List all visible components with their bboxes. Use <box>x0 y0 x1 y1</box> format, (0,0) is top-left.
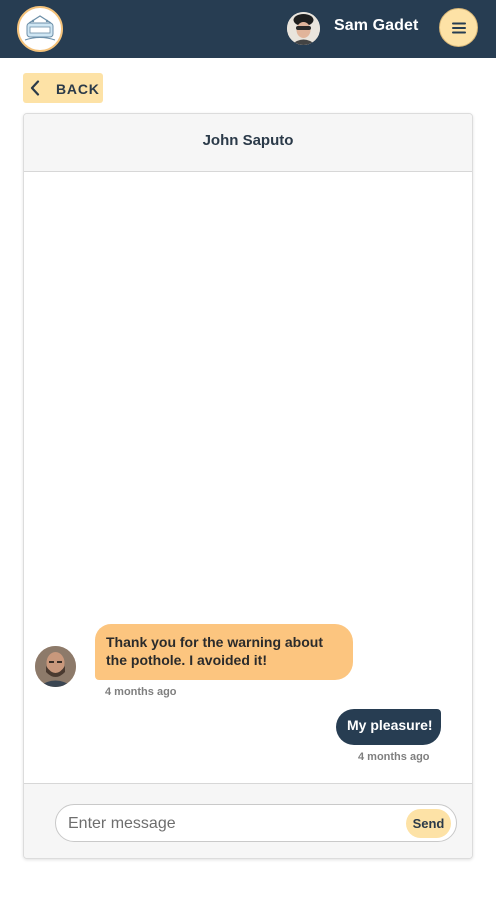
chat-title: John Saputo <box>202 132 294 149</box>
message-list[interactable]: Thank you for the warning about the poth… <box>24 172 472 783</box>
chevron-left-icon <box>30 80 40 96</box>
chat-panel: John Saputo Thank you for the warning ab… <box>23 113 473 859</box>
community-logo-icon <box>24 15 56 41</box>
chat-header: John Saputo <box>24 114 472 172</box>
menu-button[interactable] <box>439 8 478 47</box>
message-composer: Send <box>24 783 472 858</box>
top-navigation-bar: Sam Gadet <box>0 0 496 58</box>
message-input[interactable] <box>68 813 398 835</box>
hamburger-menu-icon <box>451 22 466 33</box>
contact-avatar[interactable] <box>35 646 76 687</box>
incoming-message-time: 4 months ago <box>105 686 177 698</box>
user-name[interactable]: Sam Gadet <box>334 17 419 35</box>
outgoing-message: My pleasure! <box>336 709 441 745</box>
incoming-message: Thank you for the warning about the poth… <box>95 624 353 680</box>
back-button-label: BACK <box>56 81 100 97</box>
contact-avatar-image <box>35 646 76 687</box>
back-button[interactable]: BACK <box>23 73 103 103</box>
user-avatar[interactable] <box>287 12 320 45</box>
message-input-container: Send <box>55 804 457 842</box>
app-logo[interactable] <box>17 6 63 52</box>
outgoing-message-time: 4 months ago <box>358 751 430 763</box>
send-button[interactable]: Send <box>406 809 451 838</box>
user-avatar-image <box>287 12 320 45</box>
